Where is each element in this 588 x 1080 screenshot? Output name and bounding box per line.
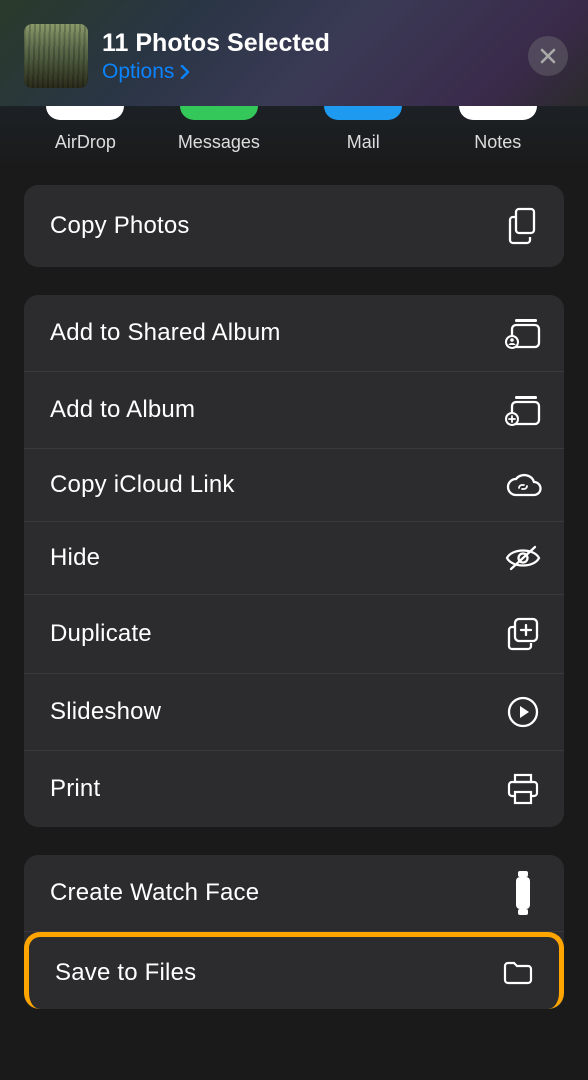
app-label: Messages	[145, 132, 293, 153]
mail-icon	[324, 106, 402, 120]
header-text-group: 11 Photos Selected Options	[102, 29, 528, 84]
action-section: Add to Shared Album Add to Album Copy iC…	[24, 295, 564, 827]
row-hide[interactable]: Hide	[24, 522, 564, 595]
close-icon	[539, 47, 557, 65]
play-icon	[504, 696, 542, 728]
row-print[interactable]: Print	[24, 751, 564, 827]
options-label: Options	[102, 60, 174, 84]
action-section: Create Watch Face Save to Files	[24, 855, 564, 1009]
chevron-right-icon	[180, 65, 190, 79]
options-button[interactable]: Options	[102, 60, 528, 84]
app-messages[interactable]: Messages	[145, 106, 293, 153]
printer-icon	[504, 773, 542, 805]
notes-icon	[459, 106, 537, 120]
app-airdrop[interactable]: AirDrop	[26, 106, 145, 153]
action-section: Copy Photos	[24, 185, 564, 267]
messages-icon	[180, 106, 258, 120]
row-label: Copy iCloud Link	[50, 471, 235, 499]
app-mail[interactable]: Mail	[293, 106, 433, 153]
selection-thumbnail	[24, 24, 88, 88]
airdrop-icon	[46, 106, 124, 120]
shared-album-icon	[504, 317, 542, 349]
close-button[interactable]	[528, 36, 568, 76]
row-label: Hide	[50, 544, 100, 572]
row-label: Duplicate	[50, 620, 152, 648]
app-label: AirDrop	[26, 132, 145, 153]
share-apps-row: AirDrop Messages Mail Notes	[0, 106, 588, 175]
row-duplicate[interactable]: Duplicate	[24, 595, 564, 674]
selection-title: 11 Photos Selected	[102, 29, 528, 58]
copy-icon	[504, 207, 542, 245]
row-create-watch-face[interactable]: Create Watch Face	[24, 855, 564, 932]
icloud-link-icon	[504, 471, 542, 499]
row-label: Copy Photos	[50, 212, 190, 240]
row-label: Create Watch Face	[50, 879, 259, 907]
row-slideshow[interactable]: Slideshow	[24, 674, 564, 751]
duplicate-icon	[504, 617, 542, 651]
row-label: Add to Album	[50, 396, 195, 424]
folder-icon	[499, 960, 537, 986]
share-sheet-header: 11 Photos Selected Options	[0, 0, 588, 106]
app-label: Mail	[293, 132, 433, 153]
row-save-to-files[interactable]: Save to Files	[24, 932, 564, 1009]
row-copy-photos[interactable]: Copy Photos	[24, 185, 564, 267]
app-label: Notes	[433, 132, 562, 153]
row-copy-icloud[interactable]: Copy iCloud Link	[24, 449, 564, 522]
row-label: Add to Shared Album	[50, 319, 281, 347]
row-label: Slideshow	[50, 698, 161, 726]
row-add-shared-album[interactable]: Add to Shared Album	[24, 295, 564, 372]
add-album-icon	[504, 394, 542, 426]
watch-icon	[504, 877, 542, 909]
row-label: Print	[50, 775, 100, 803]
row-label: Save to Files	[55, 959, 196, 987]
row-add-album[interactable]: Add to Album	[24, 372, 564, 449]
hide-icon	[504, 544, 542, 572]
app-notes[interactable]: Notes	[433, 106, 562, 153]
